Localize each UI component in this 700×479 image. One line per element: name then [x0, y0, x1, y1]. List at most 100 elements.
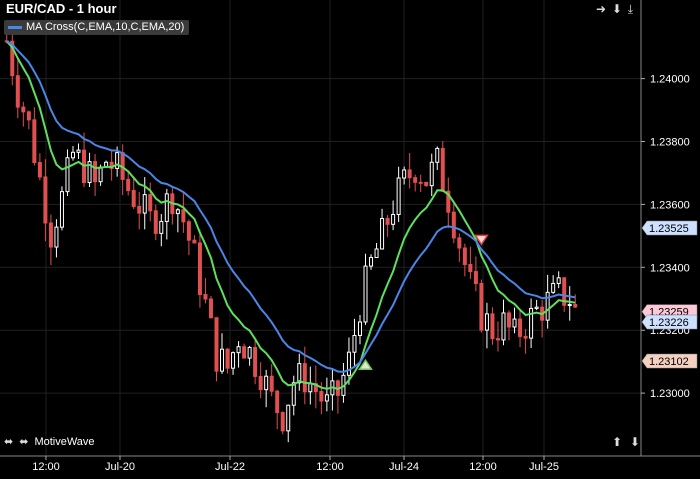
candle-down: [523, 335, 528, 339]
price-label: 1.23525: [641, 220, 698, 236]
candle-up: [236, 346, 241, 354]
axes: 1.230001.232001.234001.236001.238001.240…: [0, 0, 700, 473]
candle-up: [59, 191, 64, 228]
candle-down: [269, 375, 274, 392]
candle-up: [247, 347, 252, 359]
x-tick-label: 12:00: [469, 461, 497, 473]
y-tick-label: 1.23600: [650, 199, 690, 211]
x-tick-label: Jul-25: [529, 461, 559, 473]
candle-up: [512, 318, 517, 328]
candle-down: [280, 412, 285, 432]
candle-up: [324, 394, 329, 402]
candle-down: [457, 237, 462, 249]
candle-down: [573, 304, 578, 308]
legend-label: MA Cross(C,EMA,10,C,EMA,20): [26, 21, 185, 33]
candle-down: [203, 294, 208, 300]
candle-down: [148, 194, 153, 212]
cross-signals: [358, 234, 489, 371]
chart-title: EUR/CAD - 1 hour: [6, 1, 117, 16]
x-tick-label: 12:00: [316, 461, 344, 473]
arrow-up-icon[interactable]: ⬆: [612, 435, 624, 449]
candle-down: [507, 312, 512, 328]
y-tick-label: 1.23400: [650, 262, 690, 274]
candle-down: [225, 348, 230, 369]
candle-down: [302, 363, 307, 393]
candle-down: [468, 263, 473, 273]
candle-up: [76, 149, 81, 153]
candle-up: [70, 151, 75, 159]
arrow-right-icon[interactable]: ➜: [596, 2, 607, 16]
candle-up: [429, 161, 434, 187]
candle-down: [208, 298, 213, 319]
price-label: 1.23102: [641, 353, 698, 369]
ema-fast-line: [6, 40, 576, 390]
candle-down: [319, 391, 324, 402]
candle-up: [297, 363, 302, 384]
candle-up: [308, 383, 313, 393]
x-tick-label: Jul-20: [105, 461, 135, 473]
price-chart[interactable]: 1.230001.232001.234001.236001.238001.240…: [0, 0, 700, 474]
ma-cross-legend[interactable]: MA Cross(C,EMA,10,C,EMA,20): [4, 20, 190, 35]
arrow-right-icon[interactable]: ⬌: [19, 435, 28, 448]
candle-down: [490, 313, 495, 340]
candle-down: [15, 75, 20, 108]
x-tick-label: 12:00: [32, 461, 60, 473]
candle-down: [137, 205, 142, 214]
arrow-down-icon[interactable]: ⬇: [630, 435, 642, 449]
candle-down: [451, 211, 456, 239]
x-tick-label: Jul-24: [389, 461, 419, 473]
candle-up: [402, 169, 407, 179]
candle-down: [418, 181, 423, 184]
candle-up: [501, 312, 506, 341]
candle-up: [556, 277, 561, 284]
candle-down: [275, 390, 280, 414]
candle-up: [220, 348, 225, 372]
candle-up: [54, 226, 59, 248]
candle-down: [214, 317, 219, 372]
candle-up: [142, 194, 147, 214]
y-tick-label: 1.24000: [650, 74, 690, 86]
candle-down: [197, 242, 202, 296]
candle-down: [21, 106, 26, 113]
candle-down: [43, 176, 48, 224]
candle-up: [391, 213, 396, 225]
candle-up: [534, 306, 539, 309]
candle-down: [93, 161, 98, 183]
candle-up: [164, 193, 169, 222]
candle-down: [131, 190, 136, 207]
candle-up: [231, 352, 236, 369]
candle-down: [242, 346, 247, 359]
candle-down: [253, 347, 258, 377]
candle-up: [65, 157, 70, 193]
candle-down: [181, 209, 186, 223]
candle-down: [153, 210, 158, 234]
price-label-text: 1.23525: [649, 223, 689, 235]
candles: [4, 30, 578, 443]
candle-up: [159, 220, 164, 234]
candle-up: [374, 248, 379, 258]
candle-down: [424, 181, 429, 187]
arrow-down-bar-icon[interactable]: ⤓: [628, 2, 634, 16]
chart-canvas[interactable]: 1.23000 1.23200 1.23400 1.23600 1.23800 1.240…: [0, 0, 700, 474]
candle-up: [291, 382, 296, 406]
ema-slow-line: [6, 40, 576, 373]
arrow-left-icon[interactable]: ⬌: [4, 435, 13, 448]
candle-up: [175, 209, 180, 215]
price-label-text: 1.23102: [649, 356, 689, 368]
candle-down: [126, 178, 131, 192]
candle-down: [518, 318, 523, 337]
candle-up: [363, 265, 368, 323]
moving-averages: [6, 40, 576, 390]
candle-up: [484, 313, 489, 331]
candle-down: [37, 162, 42, 178]
candle-up: [346, 351, 351, 376]
x-tick-label: Jul-22: [215, 461, 245, 473]
candle-up: [286, 404, 291, 432]
candle-up: [369, 256, 374, 267]
candle-down: [192, 239, 197, 244]
candle-down: [258, 375, 263, 391]
arrow-down-icon[interactable]: ⬇: [612, 2, 623, 16]
y-tick-label: 1.23800: [650, 137, 690, 149]
price-label-text: 1.23226: [649, 317, 689, 329]
bottom-controls: ⬆ ⬇: [612, 435, 642, 449]
